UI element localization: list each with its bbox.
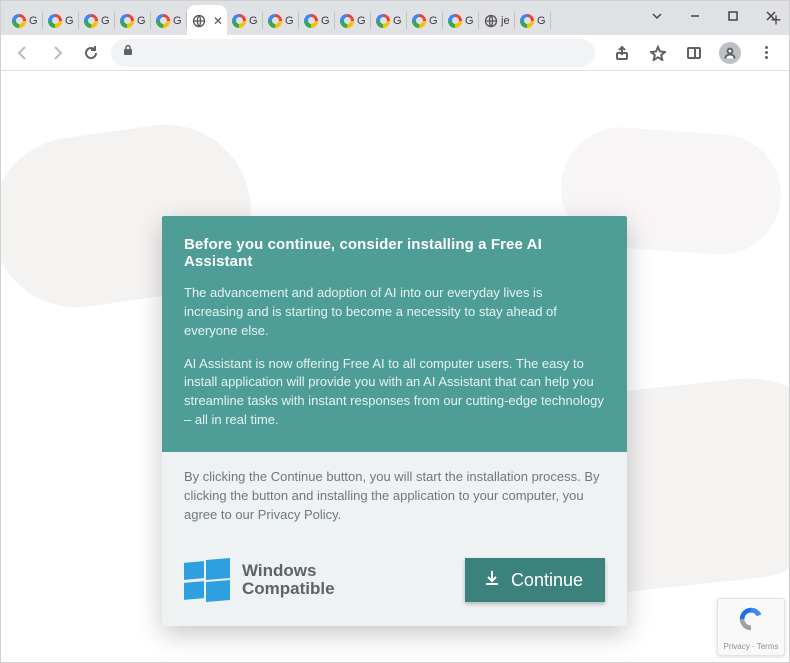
browser-tab[interactable]: G	[299, 5, 335, 35]
browser-tab[interactable]: G	[79, 5, 115, 35]
titlebar: GGGGG✕GGGGGGGjeG +	[1, 1, 789, 35]
windows-compatible-badge: Windows Compatible	[184, 558, 335, 602]
tab-label: G	[429, 15, 438, 27]
kebab-menu[interactable]	[751, 39, 781, 67]
tab-label: G	[249, 15, 258, 27]
google-favicon-icon	[376, 14, 390, 28]
dialog-footer: Windows Compatible Continue	[162, 546, 627, 626]
globe-favicon-icon	[484, 14, 498, 28]
maximize-button[interactable]	[719, 5, 747, 27]
minimize-button[interactable]	[681, 5, 709, 27]
tab-label: G	[29, 15, 38, 27]
share-icon[interactable]	[607, 39, 637, 67]
compat-text: Windows Compatible	[242, 562, 335, 599]
browser-tab[interactable]: G	[115, 5, 151, 35]
google-favicon-icon	[268, 14, 282, 28]
dialog-header: Before you continue, consider installing…	[162, 216, 627, 452]
recaptcha-text: Privacy · Terms	[724, 642, 779, 651]
tab-label: G	[285, 15, 294, 27]
google-favicon-icon	[120, 14, 134, 28]
browser-tab[interactable]: G	[407, 5, 443, 35]
tab-label: G	[137, 15, 146, 27]
google-favicon-icon	[340, 14, 354, 28]
browser-tab[interactable]: G	[263, 5, 299, 35]
google-favicon-icon	[12, 14, 26, 28]
tab-close-icon[interactable]: ✕	[213, 14, 223, 28]
download-icon	[483, 569, 501, 592]
profile-avatar[interactable]	[715, 39, 745, 67]
browser-tab[interactable]: G	[515, 5, 551, 35]
browser-tab[interactable]: ✕	[187, 5, 227, 35]
back-button[interactable]	[9, 39, 37, 67]
google-favicon-icon	[156, 14, 170, 28]
side-panel-icon[interactable]	[679, 39, 709, 67]
dialog-body: By clicking the Continue button, you wil…	[162, 452, 627, 547]
browser-tab[interactable]: je	[479, 5, 515, 35]
address-bar[interactable]	[111, 39, 595, 67]
google-favicon-icon	[412, 14, 426, 28]
browser-tab[interactable]: G	[227, 5, 263, 35]
google-favicon-icon	[448, 14, 462, 28]
google-favicon-icon	[520, 14, 534, 28]
tab-label: G	[101, 15, 110, 27]
google-favicon-icon	[84, 14, 98, 28]
browser-tab[interactable]: G	[151, 5, 187, 35]
tab-label: G	[465, 15, 474, 27]
window-controls	[643, 5, 785, 27]
google-favicon-icon	[304, 14, 318, 28]
continue-button[interactable]: Continue	[465, 558, 605, 602]
dialog-paragraph: The advancement and adoption of AI into …	[184, 284, 605, 341]
install-dialog: Before you continue, consider installing…	[162, 216, 627, 626]
recaptcha-icon	[736, 604, 766, 639]
toolbar	[1, 35, 789, 71]
browser-tab[interactable]: G	[371, 5, 407, 35]
tab-label: G	[321, 15, 330, 27]
chevron-down-icon[interactable]	[643, 5, 671, 27]
tab-label: G	[173, 15, 182, 27]
page-viewport: Before you continue, consider installing…	[1, 71, 789, 662]
windows-logo-icon	[184, 558, 230, 602]
browser-tab[interactable]: G	[43, 5, 79, 35]
globe-favicon-icon	[192, 14, 206, 28]
avatar-icon	[719, 42, 741, 64]
google-favicon-icon	[48, 14, 62, 28]
bookmark-icon[interactable]	[643, 39, 673, 67]
toolbar-right	[607, 39, 781, 67]
browser-tab[interactable]: G	[335, 5, 371, 35]
close-button[interactable]	[757, 5, 785, 27]
browser-window: GGGGG✕GGGGGGGjeG +	[0, 0, 790, 663]
tab-label: G	[393, 15, 402, 27]
lock-icon	[121, 43, 135, 62]
dialog-paragraph: AI Assistant is now offering Free AI to …	[184, 355, 605, 430]
tab-label: G	[357, 15, 366, 27]
tab-label: je	[501, 15, 510, 27]
tab-label: G	[537, 15, 546, 27]
tab-label: G	[65, 15, 74, 27]
compat-line1: Windows	[242, 562, 335, 581]
google-favicon-icon	[232, 14, 246, 28]
browser-tab[interactable]: G	[7, 5, 43, 35]
dialog-title: Before you continue, consider installing…	[184, 236, 605, 270]
dialog-disclaimer: By clicking the Continue button, you wil…	[184, 468, 605, 525]
recaptcha-badge[interactable]: Privacy · Terms	[717, 598, 785, 656]
compat-line2: Compatible	[242, 580, 335, 599]
reload-button[interactable]	[77, 39, 105, 67]
browser-tab[interactable]: G	[443, 5, 479, 35]
forward-button[interactable]	[43, 39, 71, 67]
continue-label: Continue	[511, 570, 583, 591]
